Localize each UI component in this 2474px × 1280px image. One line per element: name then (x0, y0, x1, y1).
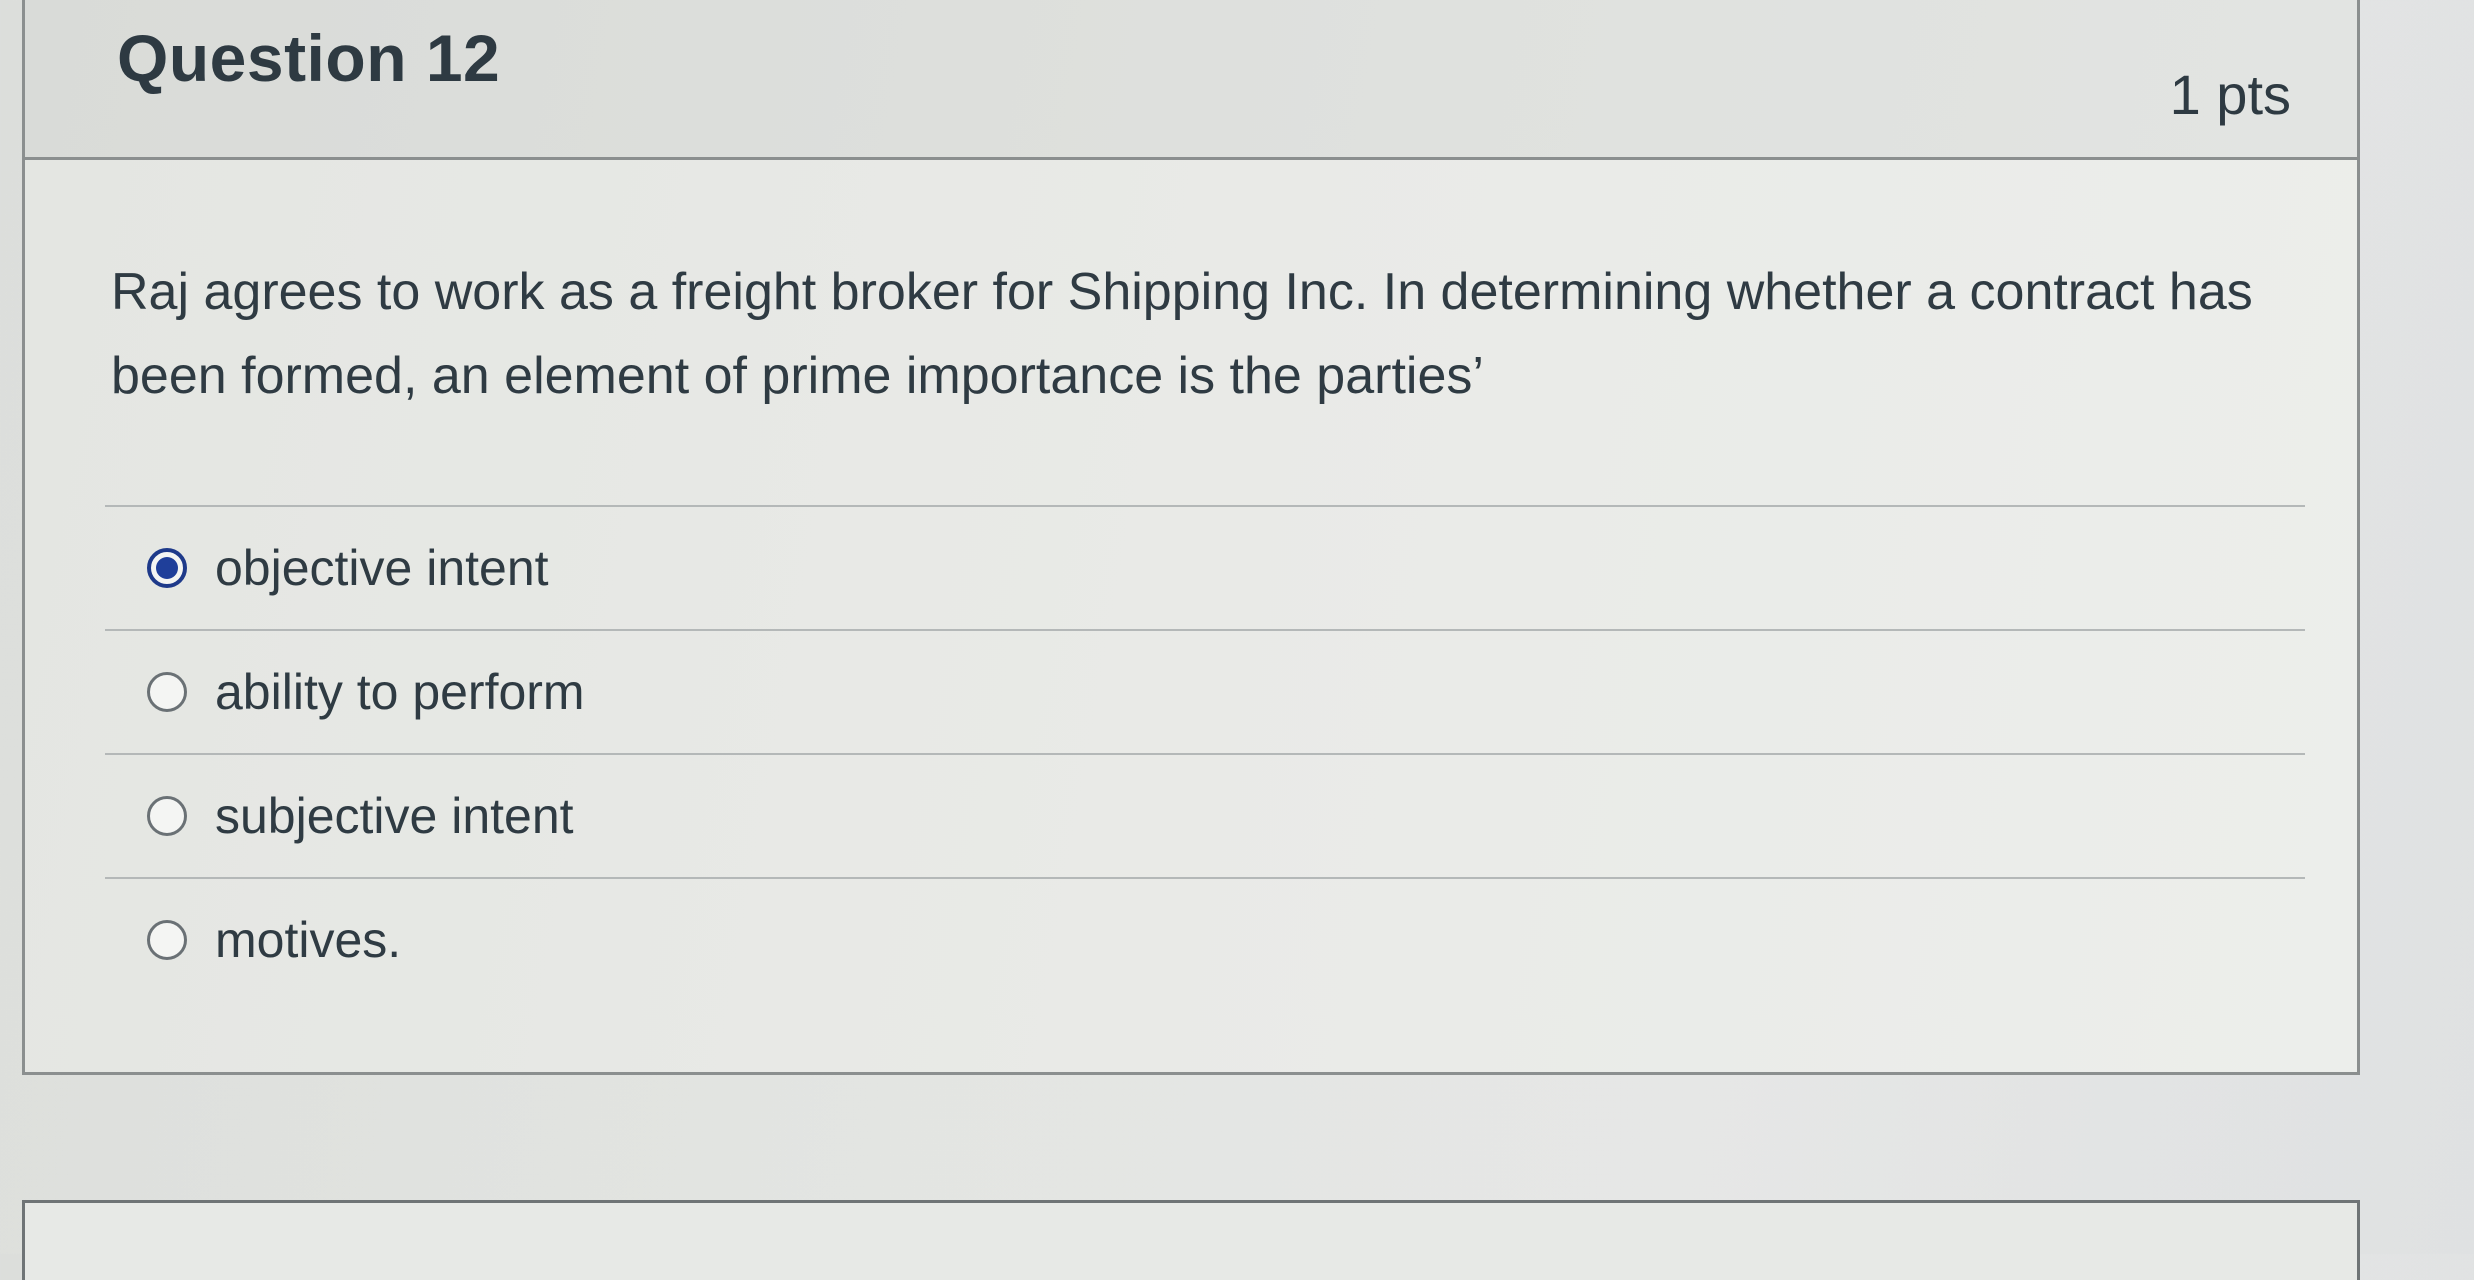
answer-option-motives[interactable]: motives. (105, 877, 2305, 1001)
question-header: Question 12 1 pts (25, 0, 2357, 160)
radio-unselected-icon[interactable] (147, 920, 187, 960)
answer-label[interactable]: subjective intent (215, 787, 574, 845)
answer-label[interactable]: objective intent (215, 539, 549, 597)
answer-list: objective intent ability to perform subj… (105, 505, 2305, 1001)
radio-selected-icon[interactable] (147, 548, 187, 588)
answer-option-subjective-intent[interactable]: subjective intent (105, 753, 2305, 877)
answer-option-ability-to-perform[interactable]: ability to perform (105, 629, 2305, 753)
radio-unselected-icon[interactable] (147, 796, 187, 836)
answer-label[interactable]: motives. (215, 911, 401, 969)
answer-option-objective-intent[interactable]: objective intent (105, 505, 2305, 629)
question-text: Raj agrees to work as a freight broker f… (111, 263, 2253, 405)
question-card: Question 12 1 pts Raj agrees to work as … (22, 0, 2360, 1075)
answer-label[interactable]: ability to perform (215, 663, 585, 721)
next-question-card (22, 1200, 2360, 1280)
radio-unselected-icon[interactable] (147, 672, 187, 712)
question-title: Question 12 (117, 21, 501, 95)
question-points: 1 pts (2169, 63, 2291, 126)
